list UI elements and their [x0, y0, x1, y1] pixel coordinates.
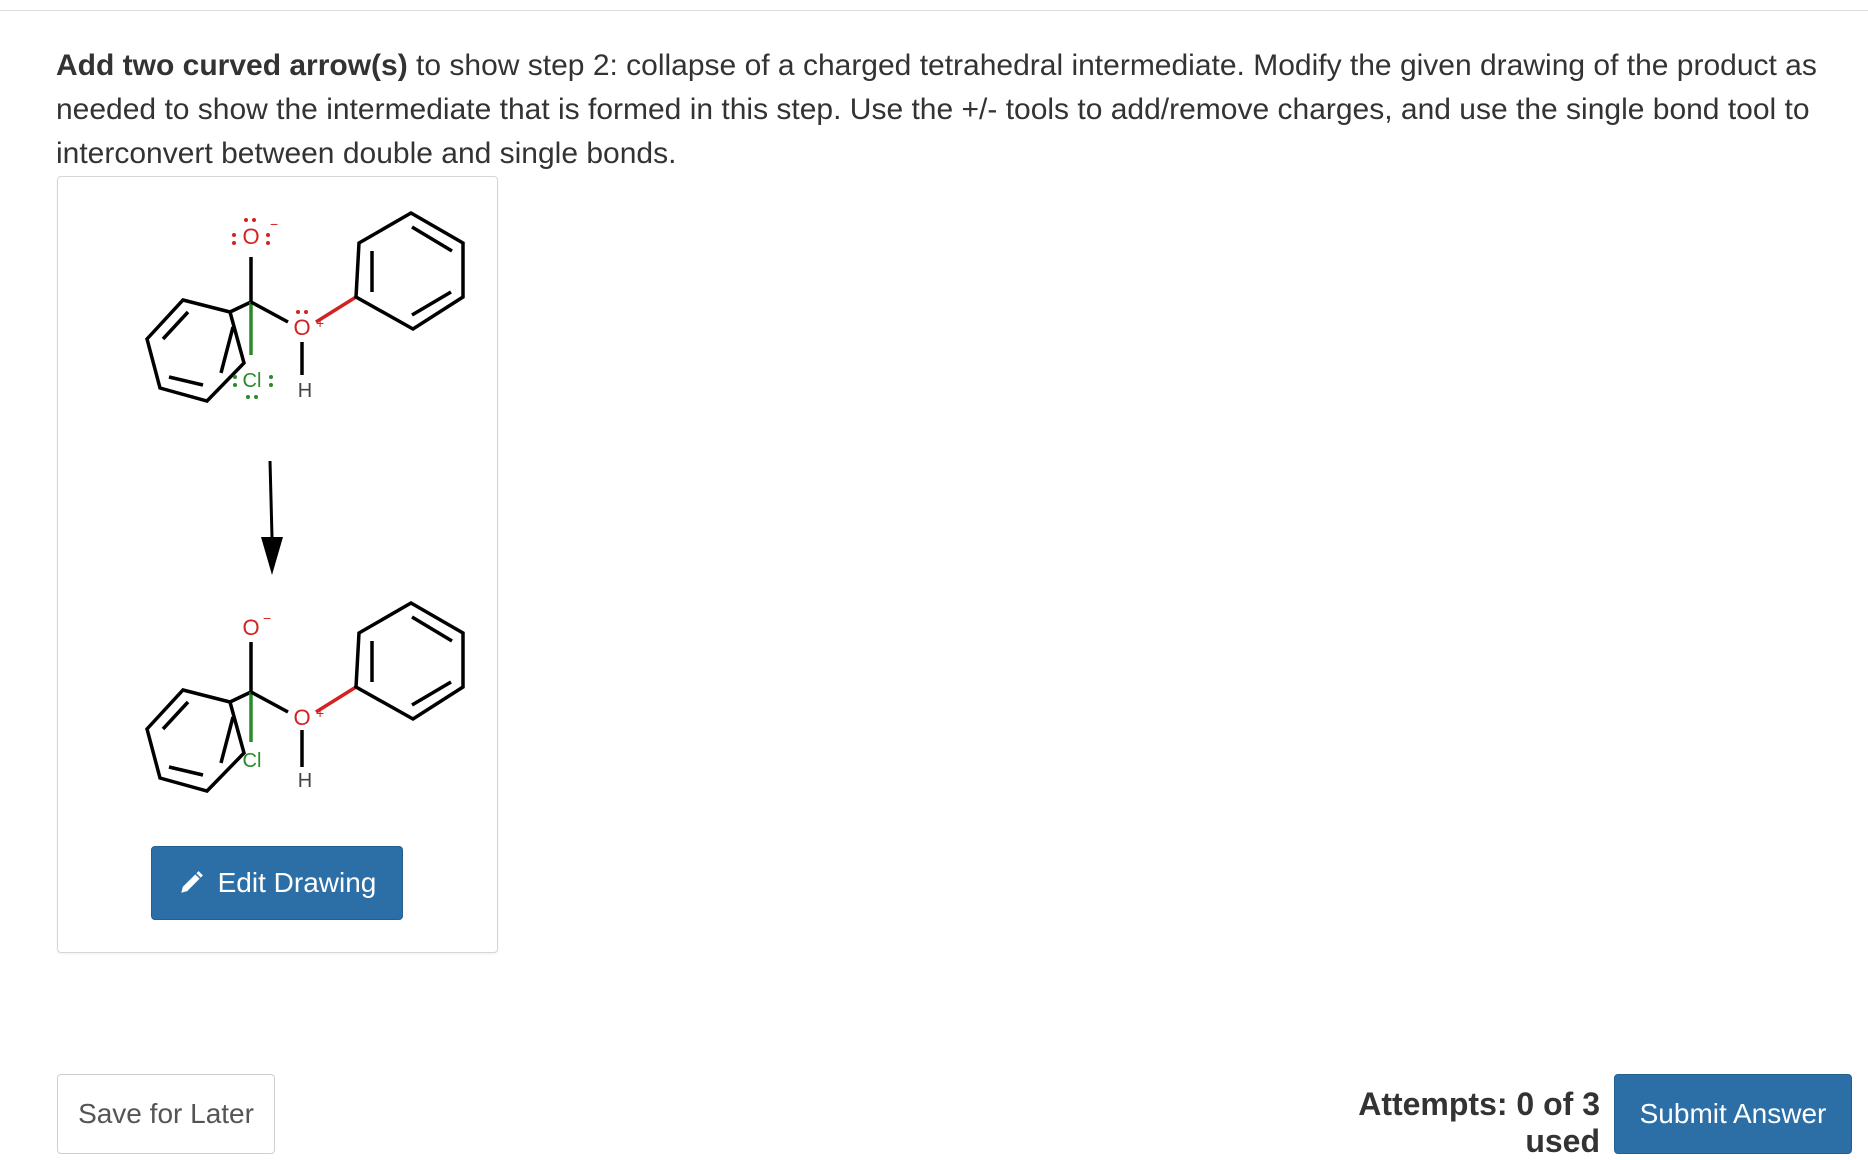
bottom-chlorine-label: Cl	[243, 750, 262, 772]
left-phenyl-ring	[145, 298, 246, 403]
top-hydrogen-label: H	[298, 380, 312, 402]
top-chlorine-label: Cl	[243, 370, 262, 392]
top-divider	[0, 10, 1868, 11]
bottom-molecule: O − O + H Cl	[145, 600, 465, 793]
question-bold-lead: Add two curved arrow(s)	[56, 49, 408, 82]
bottom-bridge-oxygen-label: O	[293, 705, 310, 730]
top-oxygen-label: O	[242, 224, 259, 249]
bond-carbon-to-bridge-o-top	[250, 300, 289, 324]
bottom-hydrogen-label: H	[298, 770, 312, 792]
reaction-arrow	[261, 460, 283, 575]
left-phenyl-ring-bottom	[145, 688, 246, 793]
right-phenyl-ring	[354, 210, 465, 332]
bond-ring-to-carbon-bottom	[229, 690, 252, 704]
bottom-oxygen-label: O	[242, 615, 259, 640]
pencil-icon	[180, 871, 203, 893]
top-bridge-oxygen-charge: +	[316, 315, 324, 331]
attempts-counter: Attempts: 0 of 3 used	[1358, 1086, 1600, 1159]
drawing-panel: O − O + H Cl O − O + H Cl Edit Drawing	[57, 176, 498, 953]
bottom-oxygen-charge: −	[263, 610, 271, 626]
save-for-later-button[interactable]: Save for Later	[57, 1074, 275, 1154]
bottom-bridge-oxygen-charge: +	[316, 705, 324, 721]
top-oxygen-charge: −	[270, 216, 278, 232]
question-prompt: Add two curved arrow(s) to show step 2: …	[56, 44, 1856, 176]
bond-carbon-to-bridge-o-bottom	[250, 690, 289, 714]
right-phenyl-ring-bottom	[354, 600, 465, 722]
top-bridge-oxygen-label: O	[293, 315, 310, 340]
edit-drawing-label: Edit Drawing	[217, 867, 377, 898]
reaction-drawing: O − O + H Cl O − O + H Cl	[145, 210, 465, 793]
edit-drawing-button[interactable]: Edit Drawing	[151, 846, 403, 920]
bond-ring-to-carbon	[229, 300, 252, 314]
top-molecule: O − O + H Cl	[145, 210, 465, 403]
submit-answer-button[interactable]: Submit Answer	[1614, 1074, 1852, 1154]
